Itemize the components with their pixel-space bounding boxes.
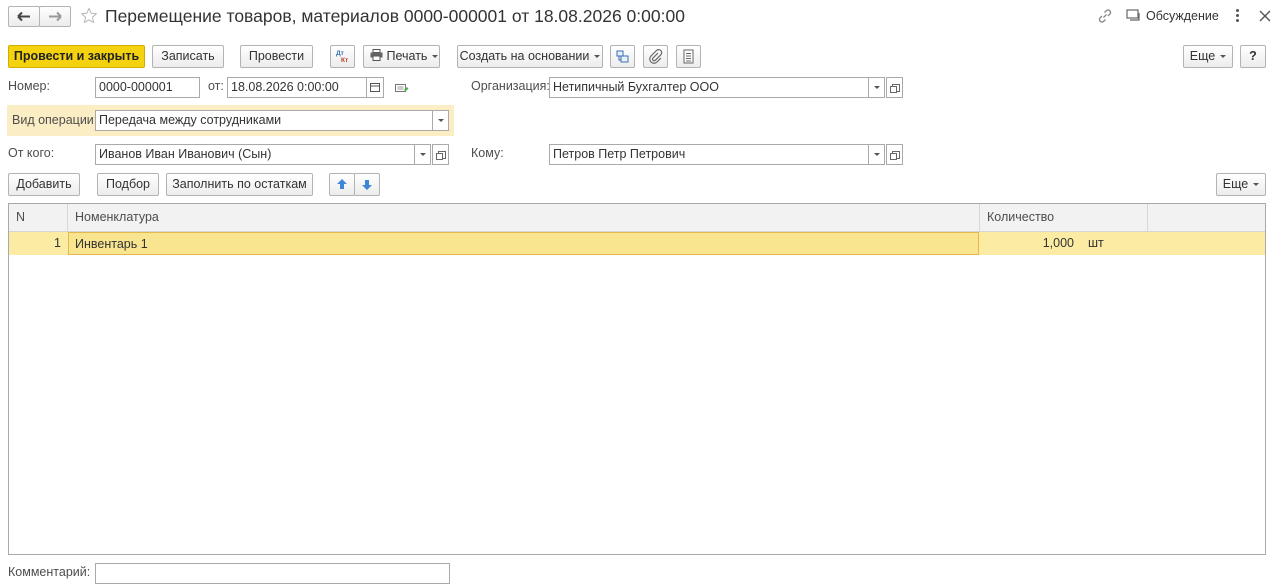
arrow-down-icon	[362, 180, 372, 190]
number-label: Номер:	[8, 79, 50, 93]
fill-by-balance-button[interactable]: Заполнить по остаткам	[166, 173, 313, 196]
edit-number-icon[interactable]	[394, 81, 410, 95]
to-field[interactable]: Петров Петр Петрович	[549, 144, 869, 165]
dt-kt-button[interactable]: Дт Кт	[330, 45, 355, 68]
to-label: Кому:	[471, 146, 504, 160]
move-down-button[interactable]	[354, 173, 380, 196]
date-label: от:	[208, 79, 224, 93]
column-header-n[interactable]: N	[9, 204, 68, 231]
paperclip-icon	[649, 49, 663, 64]
page-title: Перемещение товаров, материалов 0000-000…	[105, 6, 685, 26]
save-button[interactable]: Записать	[152, 45, 224, 68]
operation-type-field[interactable]: Передача между сотрудниками	[95, 110, 433, 131]
dt-kt-icon: Дт Кт	[336, 50, 348, 64]
comment-label: Комментарий:	[8, 565, 91, 579]
row-unit: шт	[1088, 236, 1104, 250]
report-button[interactable]	[676, 45, 701, 68]
print-button[interactable]: Печать	[363, 45, 440, 68]
arrow-up-icon	[337, 179, 347, 189]
add-button[interactable]: Добавить	[8, 173, 80, 196]
structure-icon	[616, 50, 629, 63]
more-label: Еще	[1190, 49, 1226, 63]
close-icon[interactable]	[1259, 10, 1271, 22]
discussion-icon[interactable]	[1126, 9, 1142, 23]
arrow-right-icon	[49, 11, 62, 22]
operation-type-dropdown[interactable]	[432, 110, 449, 131]
table-more-button[interactable]: Еще	[1216, 173, 1266, 196]
link-icon[interactable]	[1097, 8, 1113, 24]
table-row[interactable]: 1 Инвентарь 1 1,000 шт	[9, 232, 1265, 255]
move-up-button[interactable]	[329, 173, 355, 196]
table-more-label: Еще	[1223, 177, 1259, 191]
column-header-nomenclature[interactable]: Номенклатура	[68, 204, 980, 231]
post-button[interactable]: Провести	[240, 45, 313, 68]
from-open-button[interactable]	[432, 144, 449, 165]
column-header-quantity[interactable]: Количество	[980, 204, 1148, 231]
table-header: N Номенклатура Количество	[9, 204, 1265, 232]
arrow-left-icon	[17, 11, 30, 22]
svg-text:Кт: Кт	[341, 57, 348, 64]
date-field[interactable]: 18.08.2026 0:00:00	[227, 77, 367, 98]
goods-table[interactable]: N Номенклатура Количество 1 Инвентарь 1 …	[8, 203, 1266, 555]
printer-icon	[370, 49, 383, 61]
organization-dropdown[interactable]	[868, 77, 885, 98]
create-based-on-button[interactable]: Создать на основании	[457, 45, 603, 68]
comment-field[interactable]	[95, 563, 450, 584]
operation-type-label: Вид операции:	[12, 113, 98, 127]
back-button[interactable]	[8, 6, 40, 27]
from-dropdown[interactable]	[414, 144, 431, 165]
organization-label: Организация:	[471, 79, 550, 93]
calendar-button[interactable]	[366, 77, 384, 98]
document-list-icon	[683, 49, 694, 64]
from-field[interactable]: Иванов Иван Иванович (Сын)	[95, 144, 415, 165]
row-number: 1	[54, 236, 61, 250]
from-label: От кого:	[8, 146, 55, 160]
attachment-button[interactable]	[643, 45, 668, 68]
forward-button[interactable]	[39, 6, 71, 27]
organization-field[interactable]: Нетипичный Бухгалтер ООО	[549, 77, 869, 98]
column-header-extra	[1148, 204, 1265, 231]
svg-text:Дт: Дт	[336, 50, 344, 57]
menu-dots-icon[interactable]	[1236, 9, 1240, 23]
to-open-button[interactable]	[886, 144, 903, 165]
number-field[interactable]: 0000-000001	[95, 77, 200, 98]
help-button[interactable]: ?	[1240, 45, 1266, 68]
row-quantity[interactable]: 1,000	[980, 232, 1076, 255]
print-label: Печать	[386, 49, 438, 63]
row-nomenclature[interactable]: Инвентарь 1	[68, 232, 979, 255]
post-and-close-button[interactable]: Провести и закрыть	[8, 45, 145, 68]
create-based-on-label: Создать на основании	[460, 49, 601, 63]
pick-button[interactable]: Подбор	[97, 173, 159, 196]
more-button[interactable]: Еще	[1183, 45, 1233, 68]
star-icon[interactable]	[80, 7, 98, 25]
discussion-link[interactable]: Обсуждение	[1146, 8, 1219, 24]
to-dropdown[interactable]	[868, 144, 885, 165]
structure-button[interactable]	[610, 45, 635, 68]
calendar-icon	[370, 83, 380, 92]
organization-open-button[interactable]	[886, 77, 903, 98]
